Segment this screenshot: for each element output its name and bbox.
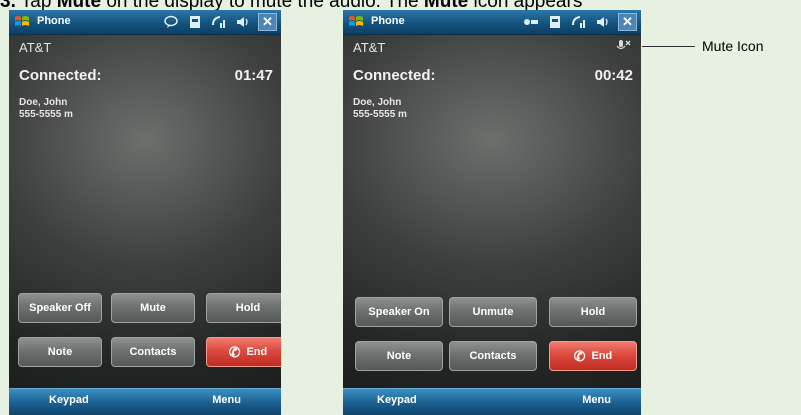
carrier-name: AT&T bbox=[353, 40, 386, 55]
call-status: Connected: bbox=[353, 67, 436, 84]
speech-bubble-icon[interactable] bbox=[162, 13, 180, 31]
battery-icon[interactable] bbox=[546, 13, 564, 31]
call-status: Connected: bbox=[19, 67, 102, 84]
phone-screen-after: Phone ✕ AT&T Connected: 00:42 Doe, John … bbox=[343, 10, 641, 415]
speaker-volume-icon[interactable] bbox=[594, 13, 612, 31]
speaker-button[interactable]: Speaker On bbox=[355, 297, 443, 327]
keypad-softkey[interactable]: Keypad bbox=[377, 394, 417, 406]
contact-name: Doe, John bbox=[353, 97, 402, 108]
menu-softkey[interactable]: Menu bbox=[582, 394, 611, 406]
note-button[interactable]: Note bbox=[355, 341, 443, 371]
phone-handset-icon: ✆ bbox=[573, 347, 586, 364]
windows-logo-icon[interactable] bbox=[347, 13, 365, 31]
signal-icon[interactable] bbox=[570, 13, 588, 31]
contacts-button[interactable]: Contacts bbox=[111, 337, 195, 367]
contact-info: Doe, John 555-5555 m bbox=[19, 97, 73, 121]
title-bar: Phone ✕ bbox=[343, 10, 641, 35]
menu-softkey[interactable]: Menu bbox=[212, 394, 241, 406]
window-title: Phone bbox=[37, 15, 71, 27]
speaker-volume-icon[interactable] bbox=[234, 13, 252, 31]
contact-name: Doe, John bbox=[19, 97, 68, 108]
close-icon[interactable]: ✕ bbox=[618, 13, 637, 31]
call-timer: 00:42 bbox=[594, 67, 633, 84]
mute-icon-callout-label: Mute Icon bbox=[702, 38, 764, 54]
contact-number: 555-5555 m bbox=[19, 109, 73, 120]
call-timer: 01:47 bbox=[234, 67, 273, 84]
battery-icon[interactable] bbox=[186, 13, 204, 31]
unmute-button[interactable]: Unmute bbox=[449, 297, 537, 327]
softkey-bar: Keypad Menu bbox=[9, 388, 281, 415]
hold-button[interactable]: Hold bbox=[206, 293, 281, 323]
windows-logo-icon[interactable] bbox=[13, 13, 31, 31]
carrier-name: AT&T bbox=[19, 40, 52, 55]
keypad-softkey[interactable]: Keypad bbox=[49, 394, 89, 406]
phone-handset-icon: ✆ bbox=[228, 343, 241, 360]
note-button[interactable]: Note bbox=[18, 337, 102, 367]
mute-button[interactable]: Mute bbox=[111, 293, 195, 323]
signal-icon[interactable] bbox=[210, 13, 228, 31]
close-icon[interactable]: ✕ bbox=[258, 13, 277, 31]
end-call-button[interactable]: ✆ End bbox=[549, 341, 637, 371]
softkey-bar: Keypad Menu bbox=[343, 388, 641, 415]
end-call-label: End bbox=[246, 346, 268, 358]
hold-button[interactable]: Hold bbox=[549, 297, 637, 327]
microphone-muted-icon bbox=[615, 39, 631, 56]
speaker-button[interactable]: Speaker Off bbox=[18, 293, 102, 323]
contacts-button[interactable]: Contacts bbox=[449, 341, 537, 371]
title-bar: Phone ✕ bbox=[9, 10, 281, 35]
callout-line bbox=[642, 46, 695, 47]
end-call-button[interactable]: ✆ End bbox=[206, 337, 281, 367]
headset-indicator-icon[interactable] bbox=[522, 13, 540, 31]
contact-number: 555-5555 m bbox=[353, 109, 407, 120]
end-call-label: End bbox=[591, 350, 613, 362]
phone-screen-before: Phone ✕ AT&T Connected: 01:47 Doe, John … bbox=[9, 10, 281, 415]
window-title: Phone bbox=[371, 15, 405, 27]
contact-info: Doe, John 555-5555 m bbox=[353, 97, 407, 121]
